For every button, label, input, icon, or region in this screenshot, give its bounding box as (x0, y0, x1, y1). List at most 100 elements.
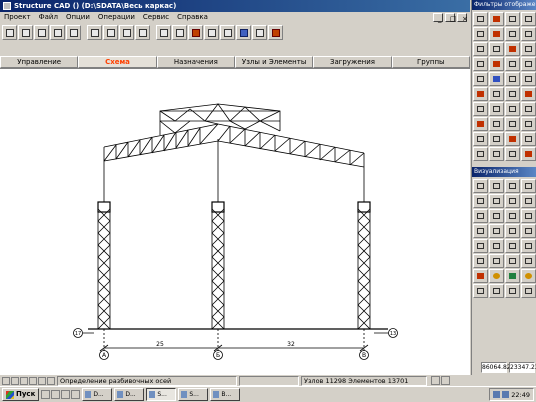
zoom-fit-icon[interactable] (521, 239, 536, 253)
tray-volume-icon[interactable] (502, 391, 510, 398)
menu-item-operations[interactable]: Операции (94, 12, 139, 23)
menu-item-service[interactable]: Сервис (139, 12, 173, 23)
show-bars-icon[interactable] (505, 27, 520, 41)
snap-icon[interactable] (2, 376, 10, 385)
previous-view-icon[interactable] (505, 254, 520, 268)
redraw-icon[interactable] (489, 254, 504, 268)
show-colored-icon[interactable] (473, 117, 488, 131)
show-info-icon[interactable] (521, 132, 536, 146)
view-front-icon[interactable] (473, 179, 488, 193)
show-labels-icon[interactable] (473, 147, 488, 161)
wireframe-icon[interactable] (521, 209, 536, 223)
clip-icon[interactable] (489, 224, 504, 238)
view-top-icon[interactable] (505, 179, 520, 193)
move-tool-icon[interactable] (220, 24, 235, 40)
show-fragments-icon[interactable] (521, 87, 536, 101)
projection-icon[interactable] (473, 209, 488, 223)
show-plates-icon[interactable] (521, 27, 536, 41)
taskbar-item-active[interactable]: S... (146, 388, 177, 401)
undo-icon[interactable] (38, 376, 46, 385)
drawing-canvas[interactable]: A Б В 25 32 17 13 (0, 68, 470, 375)
show-grid-icon[interactable] (489, 87, 504, 101)
start-button[interactable]: Пуск (2, 388, 40, 401)
zoom-in-icon[interactable] (489, 239, 504, 253)
truss-tool-icon[interactable] (18, 24, 33, 40)
show-load-values-icon[interactable] (489, 57, 504, 71)
show-supports-icon[interactable] (473, 27, 488, 41)
tab-assignments[interactable]: Назначения (156, 56, 235, 68)
fragment-icon[interactable] (473, 224, 488, 238)
frame-tool-icon[interactable] (2, 24, 17, 40)
mesh-tool-icon[interactable] (135, 24, 150, 40)
select-mode-icon[interactable] (29, 376, 37, 385)
desktop-icon[interactable] (41, 390, 51, 399)
arch-tool-icon[interactable] (34, 24, 49, 40)
calculator-icon[interactable] (441, 376, 450, 385)
view-iso-icon[interactable] (521, 179, 536, 193)
show-rigid-inserts-icon[interactable] (505, 42, 520, 56)
rotate-y-icon[interactable] (489, 194, 504, 208)
grid-tool-icon[interactable] (66, 24, 81, 40)
render-icon[interactable] (521, 269, 536, 283)
plate-tool-icon[interactable] (87, 24, 102, 40)
rotate-x-icon[interactable] (473, 194, 488, 208)
show-nodes-icon[interactable] (473, 12, 488, 26)
delete-tool-icon[interactable] (188, 24, 203, 40)
menu-item-project[interactable]: Проект (0, 12, 35, 23)
mark-tool-icon[interactable] (268, 24, 283, 40)
browser-icon[interactable] (51, 390, 61, 399)
node-tool-icon[interactable] (156, 24, 171, 40)
show-groups-icon[interactable] (505, 57, 520, 71)
shading-icon[interactable] (505, 209, 520, 223)
next-view-icon[interactable] (521, 254, 536, 268)
show-elements-icon[interactable] (505, 12, 520, 26)
program-icon[interactable] (71, 390, 81, 399)
show-selected-icon[interactable] (473, 132, 488, 146)
show-highlight-icon[interactable] (521, 147, 536, 161)
tab-scheme[interactable]: Схема (78, 56, 157, 68)
show-loads-icon[interactable] (473, 57, 488, 71)
pan-icon[interactable] (473, 254, 488, 268)
tab-nodes-elements[interactable]: Узлы и Элементы (234, 56, 314, 68)
explorer-icon[interactable] (61, 390, 71, 399)
element-tool-icon[interactable] (172, 24, 187, 40)
menu-item-help[interactable]: Справка (173, 12, 212, 23)
show-errors-icon[interactable] (505, 132, 520, 146)
solid-tool-icon[interactable] (119, 24, 134, 40)
taskbar-item[interactable]: D... (82, 388, 113, 401)
color-scheme-icon[interactable] (505, 269, 520, 283)
magnify-icon[interactable] (473, 269, 488, 283)
show-hidden-icon[interactable] (521, 117, 536, 131)
tab-groups[interactable]: Группы (391, 56, 470, 68)
ortho-icon[interactable] (20, 376, 28, 385)
zoom-window-icon[interactable] (473, 239, 488, 253)
menu-item-file[interactable]: Файл (35, 12, 62, 23)
assemble-tool-icon[interactable] (236, 24, 251, 40)
show-filled-icon[interactable] (489, 117, 504, 131)
show-materials-icon[interactable] (489, 72, 504, 86)
show-marked-icon[interactable] (489, 132, 504, 146)
taskbar-item[interactable]: D... (114, 388, 145, 401)
show-axes-icon[interactable] (489, 42, 504, 56)
restore-view-icon[interactable] (521, 224, 536, 238)
rafter-tool-icon[interactable] (50, 24, 65, 40)
tab-loads[interactable]: Загружения (313, 56, 392, 68)
perspective-icon[interactable] (489, 209, 504, 223)
close-icon[interactable]: × (457, 13, 468, 23)
show-frame-icon[interactable] (505, 147, 520, 161)
settings-icon[interactable] (505, 284, 520, 298)
show-background-icon[interactable] (489, 147, 504, 161)
minimize-icon[interactable]: _ (433, 13, 443, 23)
rotate-free-icon[interactable] (521, 194, 536, 208)
show-links-icon[interactable] (473, 42, 488, 56)
tray-network-icon[interactable] (493, 391, 501, 398)
warning-icon[interactable] (431, 376, 440, 385)
measure-icon[interactable] (473, 284, 488, 298)
taskbar-item[interactable]: B... (210, 388, 241, 401)
show-dimensions-icon[interactable] (505, 87, 520, 101)
show-constraints-icon[interactable] (473, 87, 488, 101)
rotate-tool-icon[interactable] (252, 24, 267, 40)
show-node-numbers-icon[interactable] (489, 12, 504, 26)
show-duplicate-icon[interactable] (489, 102, 504, 116)
show-element-numbers-icon[interactable] (521, 12, 536, 26)
